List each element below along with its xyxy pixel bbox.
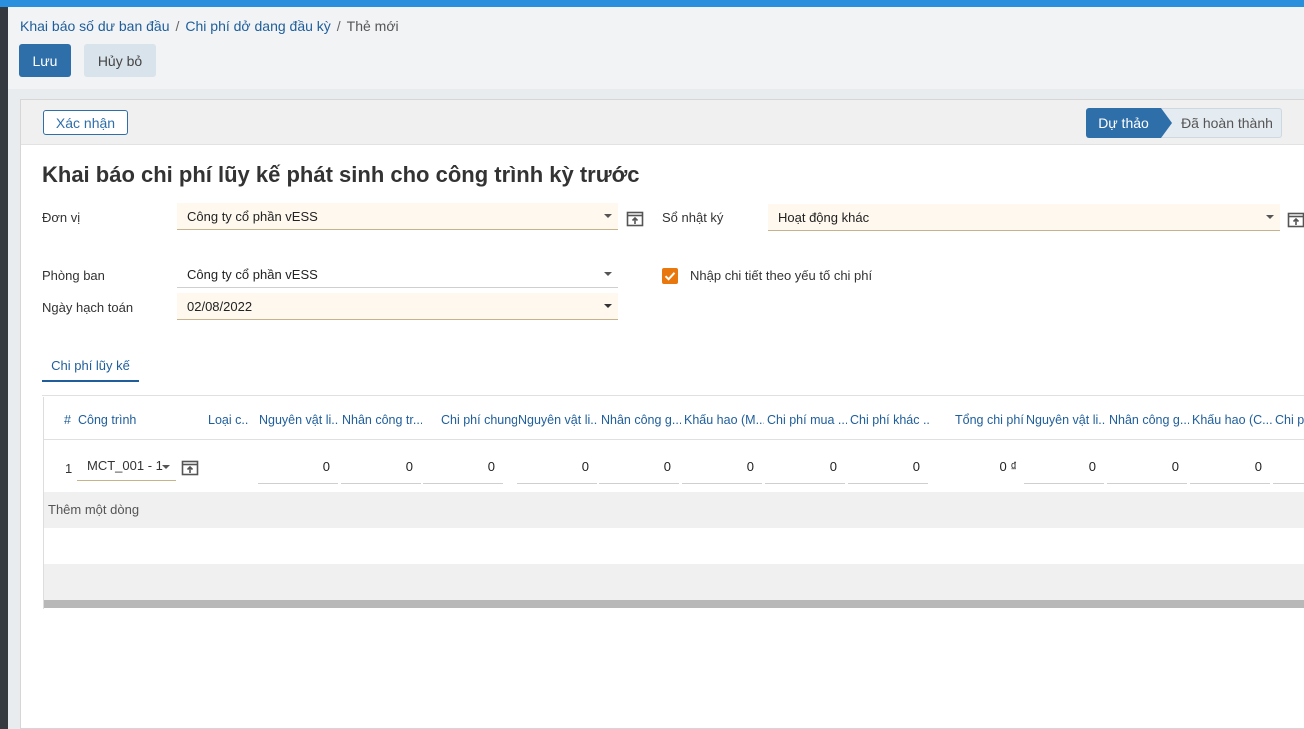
control-panel: Khai báo số dư ban đầu / Chi phí dở dang đ… <box>8 7 1304 89</box>
column-header[interactable]: Nguyên vật li... <box>518 413 598 427</box>
column-header[interactable]: Nhân công tr... <box>342 413 422 427</box>
total-cost-cell: 0 ₫ <box>999 459 1017 474</box>
add-row-link[interactable]: Thêm một dòng <box>48 502 139 517</box>
caret-down-icon <box>1266 215 1274 219</box>
table-footer <box>44 564 1304 600</box>
cost-cell[interactable]: 0 <box>682 456 762 484</box>
cost-cell[interactable] <box>1273 456 1304 484</box>
form-statusbar: Xác nhận Dự thảo Đã hoàn thành <box>21 100 1304 145</box>
phong-ban-label: Phòng ban <box>42 268 105 283</box>
tab-chi-phi-luy-ke[interactable]: Chi phí lũy kế <box>42 350 139 382</box>
column-header[interactable]: Chi phí mua ... <box>767 413 847 427</box>
column-header[interactable]: Chi phí chung <box>441 413 517 427</box>
breadcrumb-item-wip-cost[interactable]: Chi phí dở dang đầu kỳ <box>185 18 330 34</box>
caret-down-icon <box>604 272 612 276</box>
don-vi-select[interactable]: Công ty cổ phần vESS <box>177 203 618 230</box>
column-header[interactable]: Nguyên vật li... <box>259 413 339 427</box>
phong-ban-select[interactable]: Công ty cổ phần vESS <box>177 261 618 288</box>
chi-tiet-label: Nhập chi tiết theo yếu tố chi phí <box>690 268 873 283</box>
column-header[interactable]: Chi phí khác ... <box>850 413 930 427</box>
stage-draft[interactable]: Dự thảo <box>1086 108 1161 138</box>
form-sheet: Xác nhận Dự thảo Đã hoàn thành Khai báo … <box>20 99 1304 729</box>
cost-cell[interactable]: 0 <box>341 456 421 484</box>
tab-divider <box>42 395 1304 396</box>
column-header[interactable]: Nhân công g... <box>1109 413 1189 427</box>
so-nhat-ky-value: Hoạt động khác <box>778 209 870 225</box>
breadcrumb-separator: / <box>175 18 180 34</box>
column-header[interactable]: Nguyên vật li... <box>1026 413 1106 427</box>
cost-cell[interactable]: 0 <box>258 456 338 484</box>
row-number: 1 <box>65 461 73 476</box>
so-nhat-ky-select[interactable]: Hoạt động khác <box>768 204 1280 231</box>
cost-cell[interactable]: 0 <box>765 456 845 484</box>
horizontal-scrollbar[interactable] <box>44 600 1304 608</box>
ngay-hach-toan-label: Ngày hạch toán <box>42 300 134 315</box>
phong-ban-value: Công ty cổ phần vESS <box>187 266 318 282</box>
cost-cell[interactable]: 0 <box>1107 456 1187 484</box>
so-nhat-ky-label: Sổ nhật ký <box>662 210 724 225</box>
breadcrumb: Khai báo số dư ban đầu / Chi phí dở dang đ… <box>20 18 399 34</box>
form-title: Khai báo chi phí lũy kế phát sinh cho cô… <box>42 162 640 187</box>
table-row-empty <box>44 528 1304 564</box>
stage-done[interactable]: Đã hoàn thành <box>1161 108 1282 138</box>
project-value: MCT_001 - 1 <box>87 458 163 473</box>
cost-cell[interactable]: 0 <box>848 456 928 484</box>
column-header[interactable]: Nhân công g... <box>601 413 681 427</box>
column-header[interactable]: Khấu hao (C... <box>1192 413 1272 427</box>
check-icon <box>664 272 676 281</box>
caret-down-icon <box>162 465 170 469</box>
confirm-button[interactable]: Xác nhận <box>43 110 128 135</box>
save-button[interactable]: Lưu <box>19 44 71 77</box>
cost-cell[interactable]: 0 <box>1190 456 1270 484</box>
cost-table: # Công trình Loại c... Nguyên vật li... … <box>43 397 1304 609</box>
project-select[interactable]: MCT_001 - 1 <box>77 456 176 481</box>
cost-cell[interactable]: 0 <box>1024 456 1104 484</box>
stage-arrow <box>1161 108 1172 138</box>
external-link-icon[interactable] <box>181 459 199 477</box>
column-header[interactable]: Tổng chi phí <box>955 413 1024 427</box>
external-link-icon[interactable] <box>1287 211 1304 229</box>
table-row[interactable]: 1 MCT_001 - 1 0 0 0 0 0 0 0 0 0 ₫ 0 0 0 <box>44 440 1304 492</box>
table-header: # Công trình Loại c... Nguyên vật li... … <box>44 397 1304 440</box>
breadcrumb-separator: / <box>336 18 341 34</box>
ngay-hach-toan-value: 02/08/2022 <box>187 298 253 314</box>
top-accent-bar <box>0 0 1304 7</box>
breadcrumb-current: Thẻ mới <box>346 18 399 34</box>
caret-down-icon <box>604 214 612 218</box>
column-header[interactable]: Loại c... <box>208 413 248 427</box>
caret-down-icon <box>604 304 612 308</box>
ngay-hach-toan-date[interactable]: 02/08/2022 <box>177 293 618 320</box>
external-link-icon[interactable] <box>626 210 644 228</box>
cost-cell[interactable]: 0 <box>423 456 503 484</box>
cost-cell[interactable]: 0 <box>517 456 597 484</box>
column-header: # <box>64 413 71 427</box>
cancel-button[interactable]: Hủy bỏ <box>84 44 156 77</box>
cost-cell[interactable]: 0 <box>599 456 679 484</box>
breadcrumb-item-opening-balance[interactable]: Khai báo số dư ban đầu <box>20 18 170 34</box>
column-header[interactable]: Công trình <box>78 413 136 427</box>
add-row[interactable]: Thêm một dòng <box>44 492 1304 528</box>
don-vi-label: Đơn vị <box>42 210 81 225</box>
left-sidebar-edge <box>0 7 8 729</box>
don-vi-value: Công ty cổ phần vESS <box>187 208 318 224</box>
column-header[interactable]: Chi ph <box>1275 413 1304 427</box>
column-header[interactable]: Khấu hao (M... <box>684 413 764 427</box>
chi-tiet-checkbox[interactable] <box>662 268 678 284</box>
